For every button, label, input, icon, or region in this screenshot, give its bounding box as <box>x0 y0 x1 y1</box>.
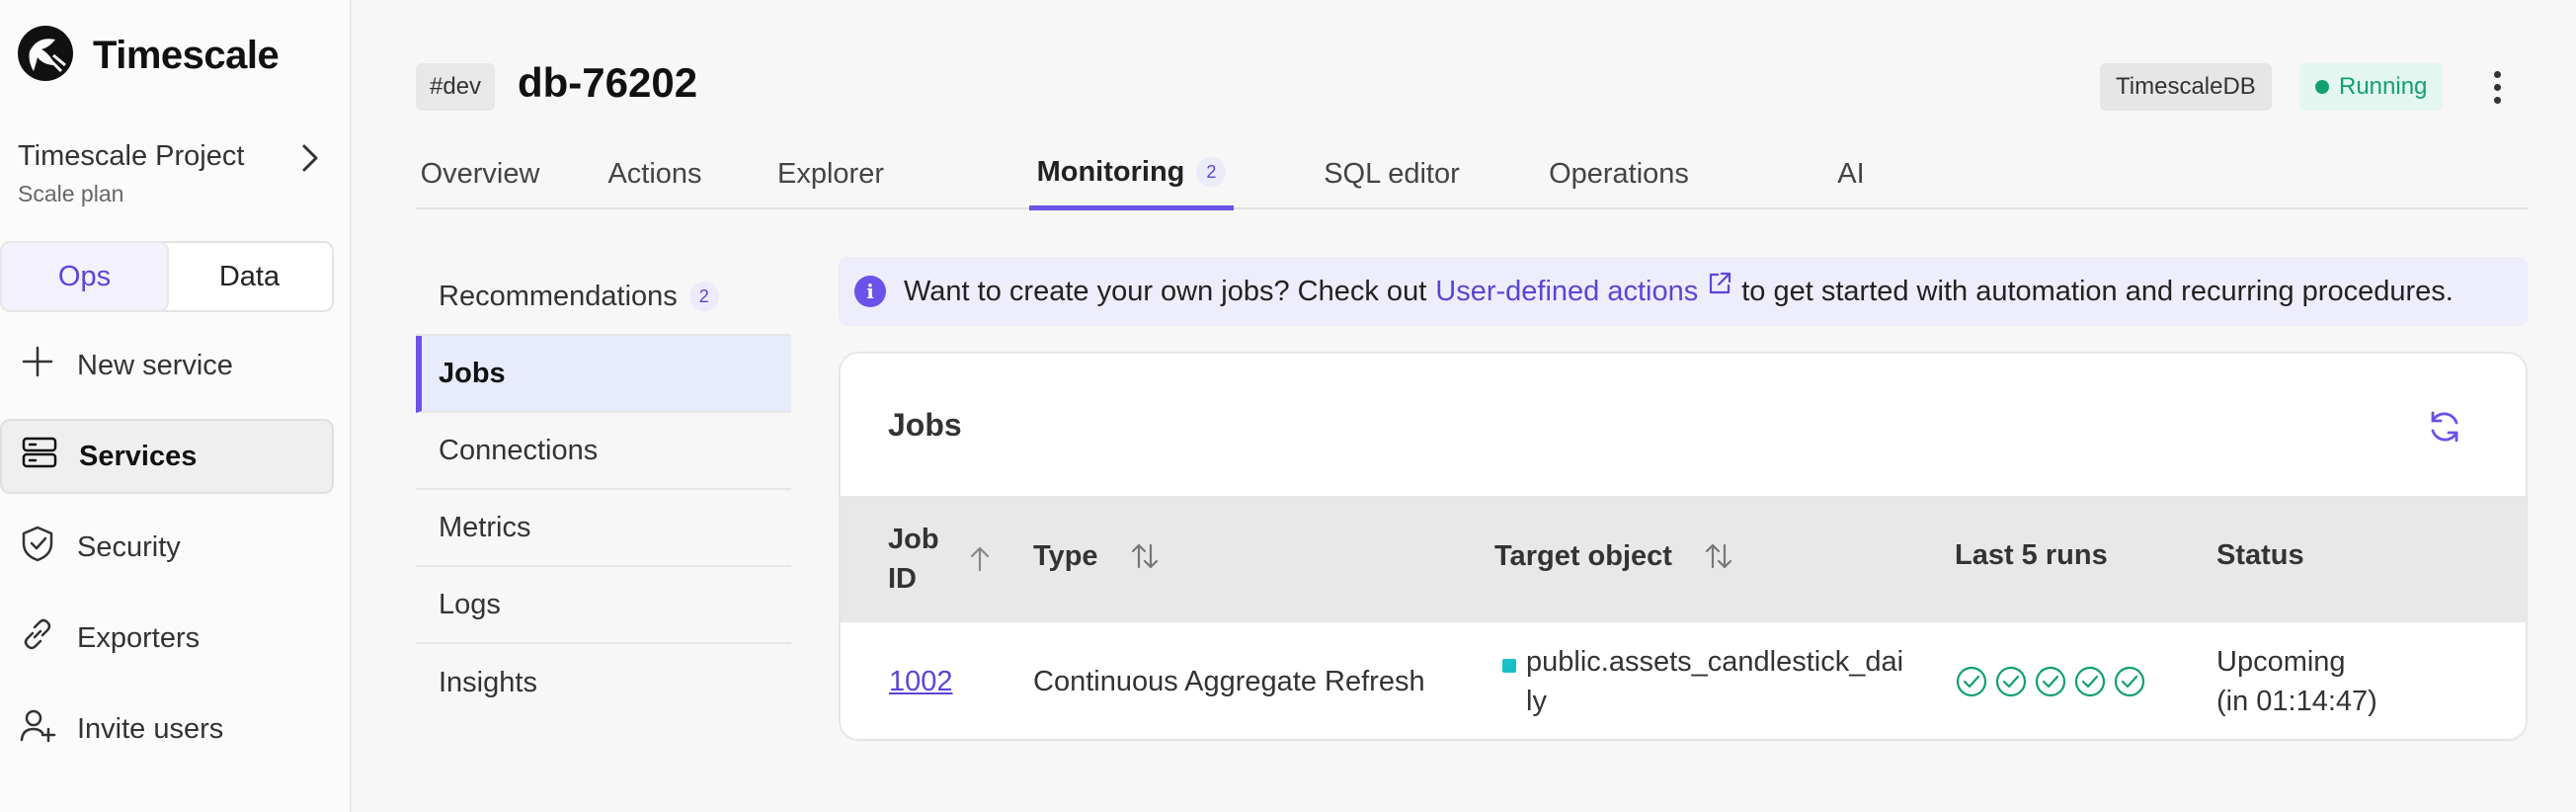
subnav-connections[interactable]: Connections <box>416 413 791 490</box>
col-type[interactable]: Type <box>1033 539 1162 573</box>
sidebar-item-services[interactable]: Services <box>0 419 334 494</box>
col-job-id[interactable]: Job ID <box>888 520 997 599</box>
job-type: Continuous Aggregate Refresh <box>1033 666 1425 697</box>
run-success-icon <box>2073 665 2107 703</box>
sidebar-item-label: Services <box>79 440 198 472</box>
segment-ops[interactable]: Ops <box>2 243 167 310</box>
tab-label: Monitoring <box>1036 155 1185 188</box>
col-last-runs: Last 5 runs <box>1955 539 2108 571</box>
refresh-icon[interactable] <box>2425 407 2464 447</box>
job-id-link[interactable]: 1002 <box>889 662 953 701</box>
subnav-jobs[interactable]: Jobs <box>416 336 791 413</box>
subnav-label: Connections <box>439 434 599 466</box>
status-label: Running <box>2339 73 2428 100</box>
engine-badge: TimescaleDB <box>2100 63 2272 111</box>
plus-icon <box>18 342 57 389</box>
sidebar-item-label: Invite users <box>77 712 224 745</box>
link-icon <box>18 614 57 662</box>
service-tabs: Overview Actions Explorer Monitoring 2 S… <box>416 138 2529 210</box>
run-success-icon <box>2034 665 2067 703</box>
sidebar-item-new-service[interactable]: New service <box>0 328 334 403</box>
subnav-label: Metrics <box>439 511 531 543</box>
run-success-icon <box>1955 665 1988 703</box>
sidebar-item-invite-users[interactable]: Invite users <box>0 691 334 767</box>
status-badge: Running <box>2299 63 2444 111</box>
subnav-label: Insights <box>439 666 537 698</box>
status-dot <box>2315 80 2329 94</box>
user-plus-icon <box>18 705 57 753</box>
tab-sql-editor[interactable]: SQL editor <box>1311 138 1473 209</box>
tab-overview[interactable]: Overview <box>416 138 544 209</box>
hypertable-square-icon <box>1502 659 1516 673</box>
ops-data-toggle: Ops Data <box>0 241 334 312</box>
banner-text-post: to get started with automation and recur… <box>1741 275 2454 307</box>
tab-operations[interactable]: Operations <box>1538 138 1700 209</box>
brand[interactable]: Timescale <box>16 22 280 90</box>
tab-monitoring[interactable]: Monitoring 2 <box>1029 138 1234 210</box>
server-icon <box>20 433 59 480</box>
timescale-logo-icon <box>16 22 75 90</box>
sort-icon <box>1705 543 1732 569</box>
banner-text-pre: Want to create your own jobs? Check out <box>904 275 1427 307</box>
shield-check-icon <box>18 524 57 571</box>
subnav-label: Logs <box>439 588 501 620</box>
info-icon: i <box>854 276 886 307</box>
project-name: Timescale Project <box>18 140 245 172</box>
env-tag: #dev <box>416 63 496 111</box>
project-plan: Scale plan <box>18 181 124 206</box>
sidebar-item-label: Exporters <box>77 621 201 654</box>
jobs-title: Jobs <box>888 407 962 443</box>
tab-actions[interactable]: Actions <box>602 138 708 209</box>
external-link-icon[interactable] <box>1698 270 1741 313</box>
col-status: Status <box>2216 539 2304 571</box>
tab-explorer[interactable]: Explorer <box>769 138 892 209</box>
user-defined-actions-link[interactable]: User-defined actions <box>1435 276 1698 308</box>
segment-data[interactable]: Data <box>167 243 332 310</box>
sidebar-item-exporters[interactable]: Exporters <box>0 601 334 676</box>
sidebar-item-label: Security <box>77 530 181 563</box>
subnav-recommendations[interactable]: Recommendations 2 <box>416 259 791 336</box>
table-row: 1002 Continuous Aggregate Refresh public… <box>841 622 2526 739</box>
sort-asc-icon <box>970 546 989 572</box>
brand-name: Timescale <box>93 34 280 77</box>
tab-ai[interactable]: AI <box>1828 138 1874 209</box>
run-success-icon <box>1994 665 2028 703</box>
jobs-card: Jobs Job ID Type Target object Last 5 ru… <box>839 352 2528 741</box>
sidebar-item-label: New service <box>77 349 233 381</box>
project-switcher[interactable]: Timescale Project Scale plan <box>18 140 324 207</box>
run-success-icon <box>2113 665 2146 703</box>
subnav-metrics[interactable]: Metrics <box>416 490 791 567</box>
subnav-label: Recommendations <box>439 280 678 312</box>
sidebar-item-security[interactable]: Security <box>0 510 334 585</box>
more-options-icon[interactable] <box>2479 65 2515 109</box>
last-runs <box>1955 665 2146 703</box>
subnav-label: Jobs <box>439 357 506 389</box>
target-object: public.assets_candlestick_dai ly <box>1502 642 1903 721</box>
count-badge: 2 <box>1196 157 1227 187</box>
chevron-right-icon <box>296 140 324 176</box>
count-badge: 2 <box>688 282 719 311</box>
subnav-logs[interactable]: Logs <box>416 567 791 644</box>
col-target-object[interactable]: Target object <box>1494 539 1735 573</box>
sort-icon <box>1131 543 1158 569</box>
service-title: db-76202 <box>518 59 698 106</box>
jobs-table-header: Job ID Type Target object Last 5 runs St… <box>841 496 2526 622</box>
subnav-insights[interactable]: Insights <box>416 644 791 721</box>
info-banner: i Want to create your own jobs? Check ou… <box>839 257 2528 326</box>
sidebar: Timescale Timescale Project Scale plan O… <box>0 0 352 812</box>
job-status: Upcoming (in 01:14:47) <box>2216 646 2377 717</box>
